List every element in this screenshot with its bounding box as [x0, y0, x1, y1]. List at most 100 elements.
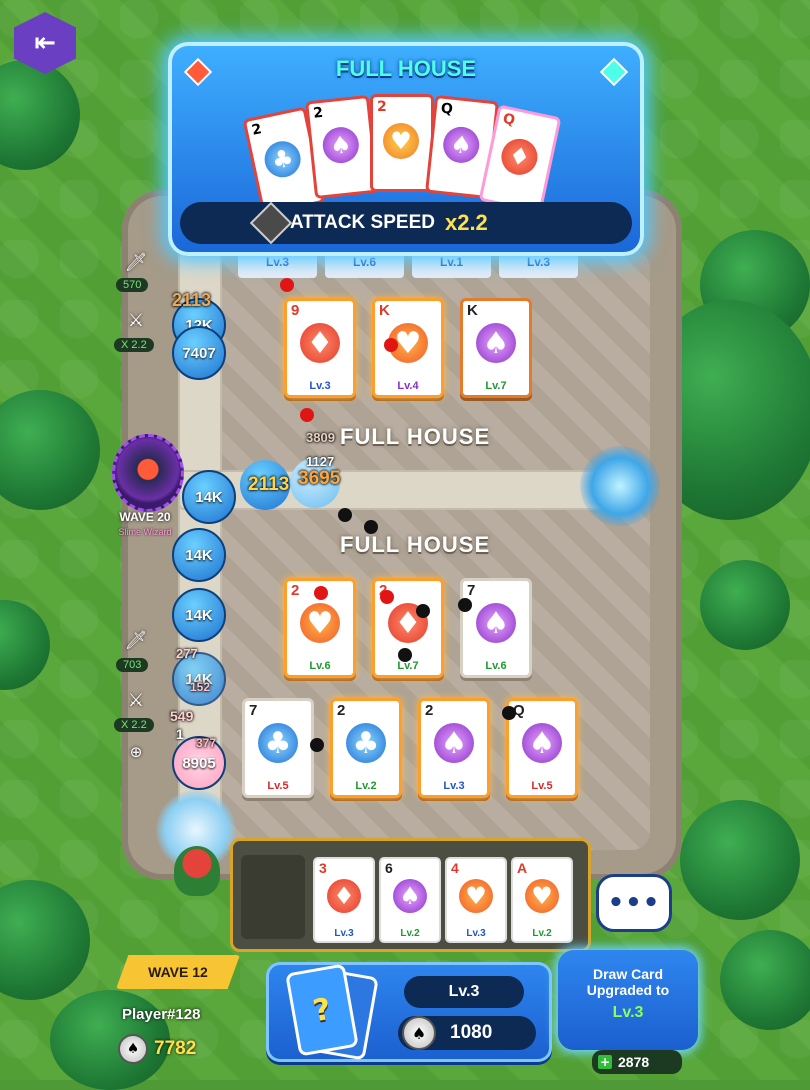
card-rank: 2	[425, 702, 434, 719]
card-rank: 9	[291, 302, 300, 319]
draw-level-pill: Lv.3	[404, 976, 524, 1008]
card-level: Lv.3	[443, 780, 465, 792]
coin-icon: ♠	[402, 1016, 436, 1050]
projectile	[300, 408, 314, 422]
enemy-slime: 14K	[172, 588, 226, 642]
empty-hand-slot[interactable]	[241, 855, 305, 939]
enemy-slime: 7407	[172, 326, 226, 380]
hand-card[interactable]: A ♥ Lv.2	[511, 857, 573, 943]
chat-bubble-icon: •••	[607, 888, 661, 918]
board-card[interactable]: 9 ♦ Lv.3	[284, 298, 356, 398]
card-level: Lv.2	[532, 928, 552, 939]
diamond-icon: ♦	[327, 879, 361, 913]
spade-icon: ♠	[441, 125, 481, 165]
projectile	[310, 738, 324, 752]
draw-card-button[interactable]: ? Lv.3 ♠ 1080	[266, 962, 552, 1062]
board-card[interactable]: 2 ♣ Lv.2	[330, 698, 402, 798]
full-house-popup: FULL HOUSE 2 ♣ 2 ♠ 2 ♥ Q ♠ Q ♦ ATTACK SP…	[168, 42, 644, 256]
spade-icon: ♠	[476, 603, 516, 643]
exit-icon: ⇤	[34, 28, 56, 58]
card-level: Lv.5	[267, 780, 289, 792]
damage-number: 3695	[298, 468, 341, 489]
card-level: Lv.7	[397, 660, 419, 672]
projectile	[502, 706, 516, 720]
card-rank: 7	[467, 582, 476, 599]
card-level: Lv.2	[355, 780, 377, 792]
spade-icon: ♠	[522, 723, 562, 763]
player-coins: ♠ 7782	[118, 1034, 196, 1064]
zoom-icon[interactable]: ⊕	[122, 738, 150, 766]
portal	[580, 446, 660, 526]
board-card[interactable]: Q ♠ Lv.5	[506, 698, 578, 798]
projectile	[384, 338, 398, 352]
projectile	[380, 590, 394, 604]
card-rank: K	[467, 302, 478, 319]
card-level: Lv.3	[309, 380, 331, 392]
boss-slime-wizard: WAVE 20 Slime Wizard	[108, 434, 184, 544]
speed-stat: X 2.2	[114, 338, 154, 352]
card-level: Lv.3	[334, 928, 354, 939]
board-card[interactable]: K ♠ Lv.7	[460, 298, 532, 398]
hand-card[interactable]: 3 ♦ Lv.3	[313, 857, 375, 943]
projectile	[338, 508, 352, 522]
card-rank: A	[517, 860, 528, 876]
effect-multiplier: x2.2	[444, 210, 488, 235]
projectile	[314, 586, 328, 600]
projectile	[398, 648, 412, 662]
tree-right-low	[680, 800, 800, 920]
card-level: Lv.7	[485, 380, 507, 392]
damage-number: 2113	[172, 290, 212, 310]
boss-name: Slime Wizard	[118, 527, 172, 537]
damage-number: 549	[170, 708, 194, 724]
heart-icon: ♥	[525, 879, 559, 913]
club-icon: ♣	[258, 723, 298, 763]
tree-right-bottom	[720, 930, 810, 1030]
boss-portrait	[112, 434, 184, 512]
club-icon: ♣	[261, 137, 304, 181]
board-card[interactable]: 7 ♣ Lv.5	[242, 698, 314, 798]
heart-icon: ♥	[459, 879, 493, 913]
board-card[interactable]: 7 ♠ Lv.6	[460, 578, 532, 678]
damage-number: 1127	[306, 454, 335, 469]
board-card[interactable]: 2 ♠ Lv.3	[418, 698, 490, 798]
upgrade-level: Lv.3	[612, 1004, 644, 1021]
projectile	[280, 278, 294, 292]
damage-number: 1	[176, 726, 184, 742]
spade-icon: ♠	[476, 323, 516, 363]
popup-card: 2 ♥	[370, 94, 434, 192]
spade-icon: ♠	[393, 879, 427, 913]
card-rank: 2	[377, 99, 387, 115]
card-rank: 7	[249, 702, 258, 719]
card-level: Lv.6	[309, 660, 331, 672]
card-rank: Q	[501, 110, 517, 129]
sword-icon: 🗡	[124, 629, 148, 651]
chat-button[interactable]: •••	[596, 874, 672, 932]
heart-icon: ♥	[300, 603, 340, 643]
hand-card[interactable]: 4 ♥ Lv.3	[445, 857, 507, 943]
bottom-counter: + 2878	[592, 1050, 682, 1074]
projectile	[458, 598, 472, 612]
card-level: Lv.4	[397, 380, 419, 392]
card-level: Lv.3	[466, 928, 486, 939]
player-character	[150, 790, 240, 900]
bottom-hand-banner: FULL HOUSE	[340, 532, 491, 557]
draw-cost: 1080	[450, 1022, 493, 1043]
draw-cost-pill: ♠ 1080	[398, 1016, 536, 1050]
diamond-icon: ♦	[498, 135, 541, 179]
wave-label: WAVE 12	[148, 964, 208, 980]
effect-label: ATTACK SPEED	[290, 212, 435, 233]
boss-wave-label: WAVE 20	[119, 510, 171, 524]
card-rank: 3	[319, 860, 327, 876]
damage-number: 3809	[306, 430, 335, 445]
player-avatar	[174, 846, 220, 896]
power-stat: 570	[116, 278, 149, 292]
lightning-icon	[249, 201, 293, 245]
board-card[interactable]: K ♥ Lv.4	[372, 298, 444, 398]
coin-amount: 7782	[154, 1038, 197, 1059]
projectile	[416, 604, 430, 618]
enemy-slime: 14K	[182, 470, 236, 524]
card-rank: 2	[291, 582, 300, 599]
hand-card[interactable]: 6 ♠ Lv.2	[379, 857, 441, 943]
card-level: Lv.5	[531, 780, 553, 792]
heart-icon: ♥	[383, 123, 419, 159]
